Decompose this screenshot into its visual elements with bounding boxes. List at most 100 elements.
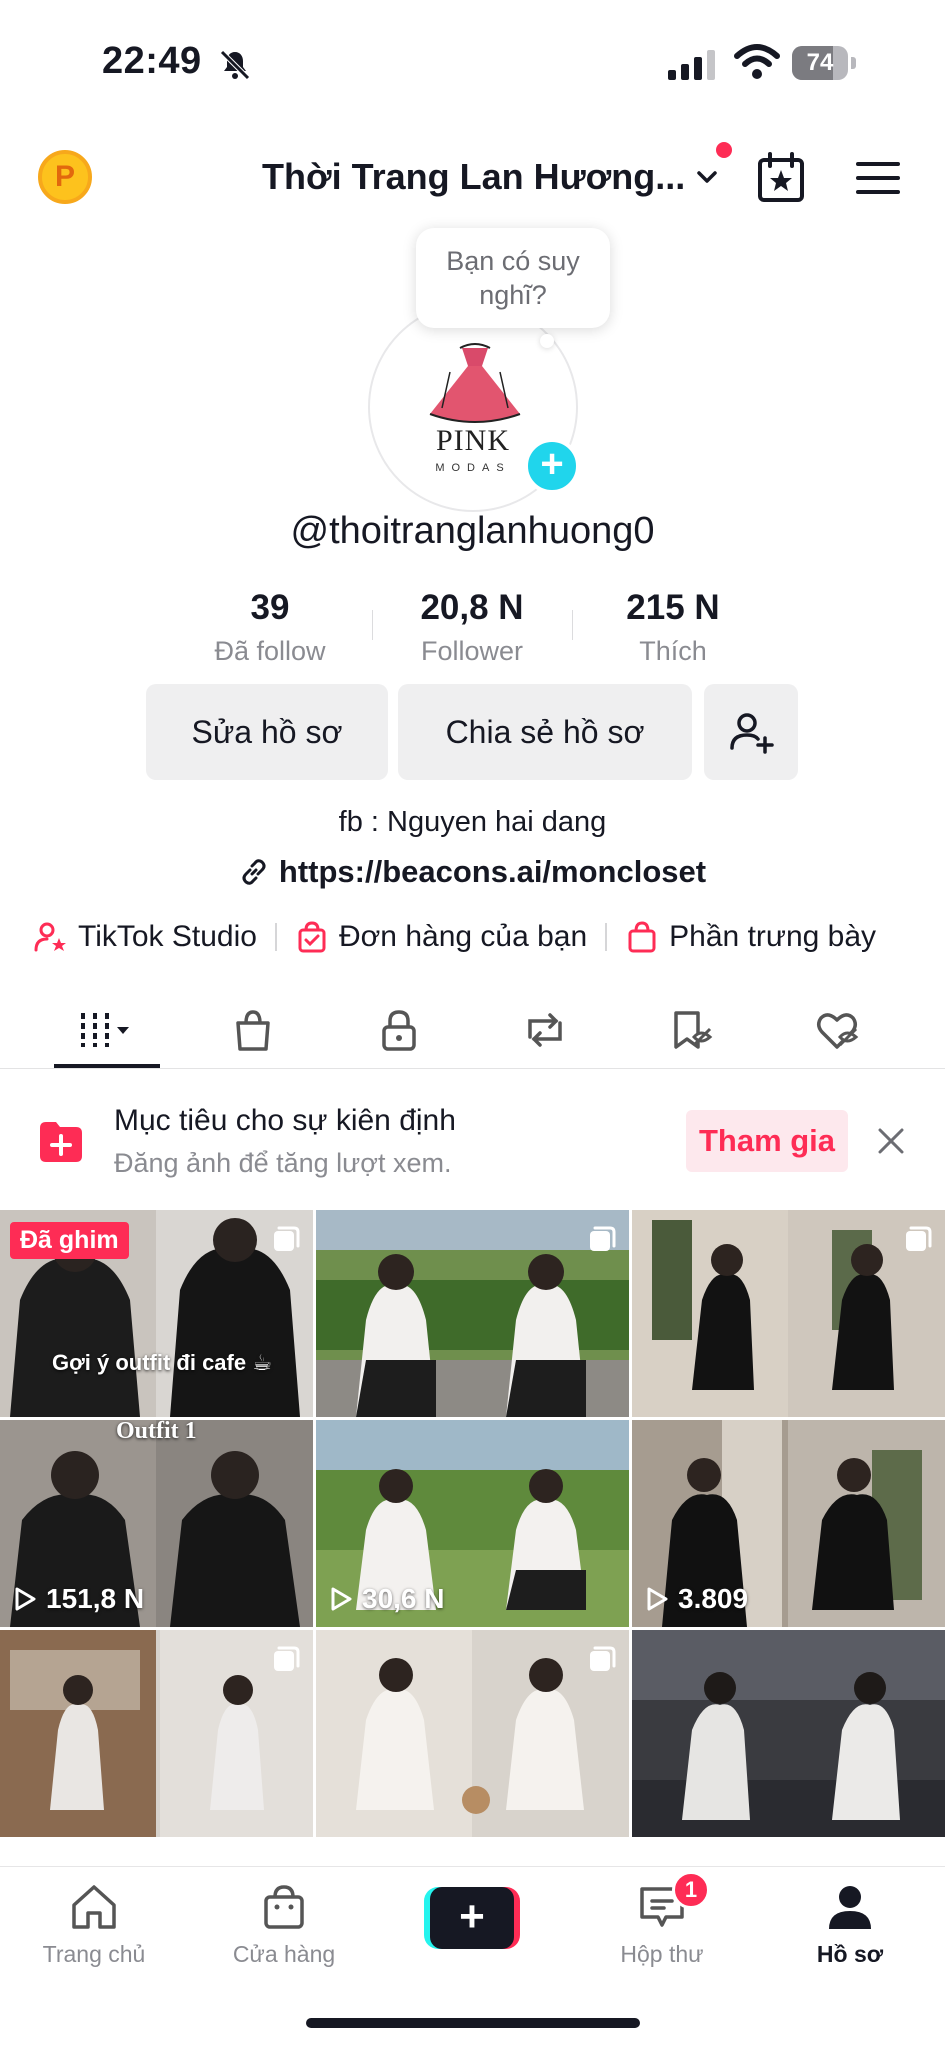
stat-label: Đã follow [214,636,326,666]
tab-shop[interactable] [198,990,308,1070]
add-story-button[interactable]: + [524,438,580,494]
thought-bubble[interactable]: Bạn có suy nghĩ? [416,228,610,328]
link-icon [242,859,266,885]
add-friend-icon [730,713,774,754]
thumbnail-caption: Gợi ý outfit đi cafe ☕ [52,1350,272,1375]
shortcut-showcase[interactable]: Phần trưng bày [625,920,876,954]
thumbnail-image [632,1210,945,1417]
photo-carousel-icon [906,1226,932,1251]
photo-carousel-icon [590,1226,616,1251]
play-icon [647,1587,668,1611]
close-icon[interactable] [876,1126,906,1156]
tab-saved[interactable] [636,990,746,1070]
shortcut-orders[interactable]: Đơn hàng của bạn [295,920,587,954]
share-profile-button[interactable]: Chia sẻ hồ sơ [398,684,692,780]
stat-divider [372,610,373,640]
bio-text: fb : Nguyen hai dang [338,806,607,838]
nav-shop[interactable]: Cửa hàng [214,1881,354,1968]
join-button[interactable]: Tham gia [686,1110,848,1172]
video-thumbnail[interactable] [0,1630,313,1837]
thought-bubble-tail [540,334,554,348]
view-count-text: 151,8 N [46,1583,145,1614]
stat-label: Thích [639,636,707,666]
stat-likes[interactable]: 215 N Thích [578,588,768,667]
view-count-text: 30,6 N [362,1583,445,1614]
thumbnail-image [632,1630,945,1837]
tab-videos[interactable] [52,990,162,1070]
stat-value: 215 N [626,588,720,627]
profile-tabs [0,990,945,1070]
create-button[interactable]: + [424,1887,520,1949]
inbox-badge: 1 [672,1871,710,1909]
status-bar: 22:49 74 [0,0,945,130]
lock-icon [382,1010,416,1051]
play-icon [331,1587,352,1611]
pinned-badge: Đã ghim [10,1222,129,1259]
video-thumbnail[interactable] [316,1630,629,1837]
play-icon [15,1587,36,1611]
video-thumbnail[interactable] [632,1630,945,1837]
shortcut-label: TikTok Studio [78,920,257,953]
home-icon [72,1885,116,1929]
stat-following[interactable]: 39 Đã follow [175,588,365,667]
goal-title: Mục tiêu cho sự kiên định [114,1104,456,1137]
nav-home[interactable]: Trang chủ [24,1881,164,1968]
stat-label: Follower [420,636,524,666]
video-thumbnail[interactable]: 3.809 [632,1420,945,1627]
showcase-bag-icon [628,921,656,953]
bio-link[interactable]: https://beacons.ai/moncloset [0,854,945,890]
edit-profile-button[interactable]: Sửa hồ sơ [146,684,388,780]
plus-folder-icon [40,1122,82,1162]
shop-bag-icon [236,1010,270,1051]
grid-icon [81,1013,129,1047]
video-thumbnail[interactable]: Outfit 1 151,8 N [0,1420,313,1627]
status-time: 22:49 [102,40,202,82]
bell-muted-icon [220,50,250,80]
stat-value: 39 [250,588,290,627]
coin-icon[interactable]: P [38,150,92,204]
photo-carousel-icon [590,1646,616,1671]
photo-carousel-icon [274,1226,300,1251]
tabs-divider [0,1068,945,1069]
shortcut-label: Phần trưng bày [669,920,877,953]
nav-inbox[interactable]: Hộp thư [592,1881,732,1968]
nav-label: Cửa hàng [232,1941,336,1967]
account-name: Thời Trang Lan Hương... [262,156,686,197]
tab-reposts[interactable] [490,990,600,1070]
stat-divider [572,610,573,640]
shortcut-tiktok-studio[interactable]: TikTok Studio [34,920,257,954]
thumbnail-image [316,1630,629,1837]
video-thumbnail[interactable]: Đã ghim Gợi ý outfit đi cafe ☕ [0,1210,313,1417]
stat-followers[interactable]: 20,8 N Follower [377,588,567,667]
stat-value: 20,8 N [420,588,524,627]
view-count: 151,8 N [12,1583,144,1615]
thumbnail-image [0,1630,313,1837]
shortcut-label: Đơn hàng của bạn [338,920,588,953]
battery-indicator: 74 [792,46,856,80]
chevron-down-icon [697,171,717,183]
tab-private[interactable] [344,990,454,1070]
nav-profile[interactable]: Hồ sơ [780,1881,920,1968]
shortcuts-row: TikTok Studio Đơn hàng của bạn Phần trưn… [34,914,876,960]
nav-label: Hộp thư [620,1941,704,1967]
nav-label: Hồ sơ [816,1941,884,1967]
add-friend-button[interactable] [704,684,798,780]
saved-icon [674,1011,713,1049]
plus-icon: + [430,1887,514,1949]
video-thumbnail[interactable] [632,1210,945,1417]
goal-banner: Mục tiêu cho sự kiên định Đăng ảnh để tă… [0,1070,945,1210]
video-thumbnail[interactable] [316,1210,629,1417]
profile-icon [829,1886,871,1929]
username: @thoitranglanhuong0 [290,510,655,552]
notification-dot [716,142,732,158]
menu-icon[interactable] [856,160,900,196]
account-switcher[interactable]: Thời Trang Lan Hương... [262,150,721,204]
tab-liked[interactable] [782,990,892,1070]
liked-icon [817,1013,859,1049]
repost-icon [528,1013,562,1047]
video-thumbnail[interactable]: 30,6 N [316,1420,629,1627]
calendar-star-icon[interactable] [756,152,806,204]
battery-percent: 74 [806,49,834,76]
order-bag-icon [298,921,326,953]
view-count: 3.809 [644,1583,748,1615]
